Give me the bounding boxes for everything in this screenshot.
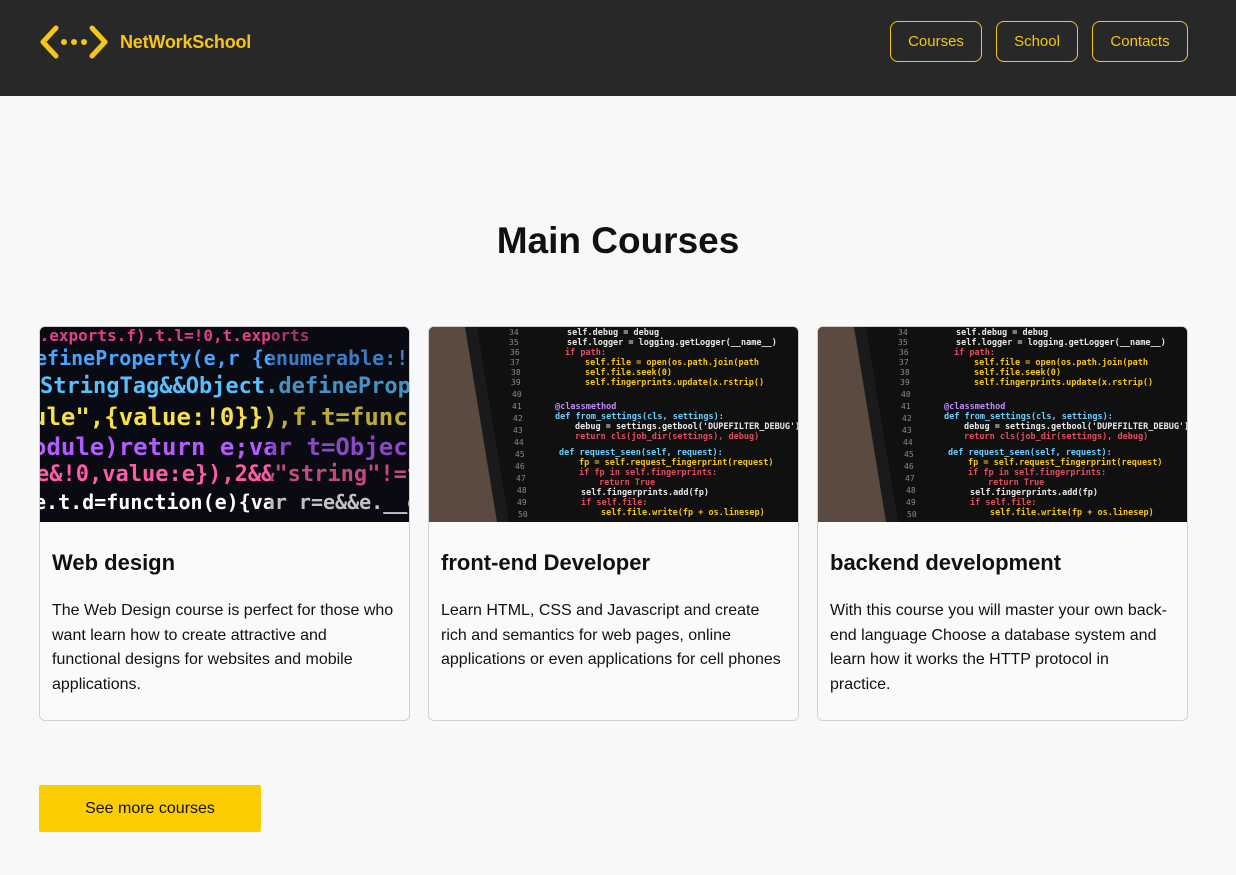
svg-text:@classmethod: @classmethod <box>944 402 1005 412</box>
svg-text:self.file.write(fp + os.linese: self.file.write(fp + os.linesep) <box>990 507 1154 518</box>
svg-text:self.debug = debug: self.debug = debug <box>567 328 659 338</box>
svg-text:return True: return True <box>599 478 655 488</box>
svg-text:47: 47 <box>905 474 915 483</box>
svg-text:self.file.seek(0): self.file.seek(0) <box>585 367 672 378</box>
svg-text:self.logger = logging.getLogge: self.logger = logging.getLogger(__name__… <box>567 337 777 348</box>
brand-logo[interactable]: NetWorkSchool <box>40 25 251 59</box>
svg-text:if fp in self.fingerprints:: if fp in self.fingerprints: <box>968 467 1106 478</box>
svg-text:50: 50 <box>907 510 917 519</box>
svg-text:50: 50 <box>518 510 528 519</box>
svg-text:49: 49 <box>906 498 916 507</box>
svg-text:self.file.write(fp + os.linese: self.file.write(fp + os.linesep) <box>601 507 765 518</box>
svg-text:43: 43 <box>902 426 912 435</box>
svg-text:if path:: if path: <box>565 347 606 358</box>
svg-text:36: 36 <box>510 348 520 357</box>
svg-text:return cls(job_dir(settings),: return cls(job_dir(settings), debug) <box>575 431 759 442</box>
svg-text:40: 40 <box>901 390 911 399</box>
svg-text:self.fingerprints.update(x.rst: self.fingerprints.update(x.rstrip() <box>974 377 1153 388</box>
svg-text:45: 45 <box>904 450 914 459</box>
svg-text:43: 43 <box>513 426 523 435</box>
svg-text:return True: return True <box>988 478 1044 488</box>
page-title: Main Courses <box>496 220 740 261</box>
svg-text:44: 44 <box>903 438 913 447</box>
svg-text:40: 40 <box>512 390 522 399</box>
course-description: The Web Design course is perfect for tho… <box>52 602 394 693</box>
svg-text:if path:: if path: <box>954 347 995 358</box>
svg-text:def request_seen(self, request: def request_seen(self, request): <box>948 448 1112 458</box>
svg-text:self.logger = logging.getLogge: self.logger = logging.getLogger(__name__… <box>956 337 1166 348</box>
svg-text:self.file.seek(0): self.file.seek(0) <box>974 367 1061 378</box>
svg-text:debug = settings.getbool('DUPE: debug = settings.getbool('DUPEFILTER_DEB… <box>964 421 1187 432</box>
svg-text:41: 41 <box>512 402 522 411</box>
nav-contacts-button[interactable]: Contacts <box>1092 21 1188 62</box>
course-image: 34 35 36 37 38 39 40 41 42 43 44 45 46 47 48 49 50 … <box>429 327 798 522</box>
nav-school-button[interactable]: School <box>996 21 1078 62</box>
svg-text:49: 49 <box>517 498 527 507</box>
svg-text:45: 45 <box>515 450 525 459</box>
svg-text:def from_settings(cls, setting: def from_settings(cls, settings): <box>555 411 724 422</box>
course-description: Learn HTML, CSS and Javascript and creat… <box>441 602 781 668</box>
svg-text:@classmethod: @classmethod <box>555 402 616 412</box>
svg-text:self.file = open(os.path.join(: self.file = open(os.path.join(path <box>974 357 1148 368</box>
svg-text:s.exports.f).t.l=!0,t.exports: s.exports.f).t.l=!0,t.exports <box>40 327 309 345</box>
svg-text:38: 38 <box>900 368 910 377</box>
main-nav: Courses School Contacts <box>890 21 1188 62</box>
nav-courses-button[interactable]: Courses <box>890 21 982 62</box>
svg-text:36: 36 <box>899 348 909 357</box>
see-more-courses-button[interactable]: See more courses <box>39 785 261 832</box>
course-card-backend[interactable]: 34 35 36 37 38 39 40 41 42 43 44 45 46 47 48 49 50 … <box>817 326 1188 721</box>
svg-text:42: 42 <box>513 414 523 423</box>
svg-text:34: 34 <box>509 328 519 337</box>
course-title: front-end Developer <box>441 550 651 575</box>
svg-text:39: 39 <box>900 378 910 387</box>
svg-text:if self.file:: if self.file: <box>970 497 1037 508</box>
brand-name: NetWorkSchool <box>120 31 252 52</box>
course-card-web-design[interactable]: s.exports.f).t.l=!0,t.exports efinePrope… <box>39 326 410 721</box>
svg-text:def request_seen(self, request: def request_seen(self, request): <box>559 448 723 458</box>
svg-text:46: 46 <box>515 462 525 471</box>
svg-text:self.debug = debug: self.debug = debug <box>956 328 1048 338</box>
svg-text:47: 47 <box>516 474 526 483</box>
svg-text:34: 34 <box>898 328 908 337</box>
svg-text:if fp in self.fingerprints:: if fp in self.fingerprints: <box>579 467 717 478</box>
code-brackets-icon <box>40 25 108 59</box>
svg-text:def from_settings(cls, setting: def from_settings(cls, settings): <box>944 411 1113 422</box>
svg-text:38: 38 <box>511 368 521 377</box>
svg-text:fp = self.request_fingerprint(: fp = self.request_fingerprint(request) <box>968 457 1162 468</box>
svg-text:41: 41 <box>901 402 911 411</box>
course-card-front-end[interactable]: 34 35 36 37 38 39 40 41 42 43 44 45 46 47 48 49 50 … <box>428 326 799 721</box>
svg-text:48: 48 <box>906 486 916 495</box>
svg-text:self.fingerprints.add(fp): self.fingerprints.add(fp) <box>970 487 1098 498</box>
svg-text:39: 39 <box>511 378 521 387</box>
course-image: s.exports.f).t.l=!0,t.exports efinePrope… <box>40 327 409 522</box>
course-image: 34 35 36 37 38 39 40 41 42 43 44 45 46 47 48 49 50 … <box>818 327 1187 522</box>
svg-text:35: 35 <box>898 338 908 347</box>
site-header: NetWorkSchool Courses School Contacts <box>0 0 1236 96</box>
svg-text:37: 37 <box>899 358 909 367</box>
svg-text:48: 48 <box>517 486 527 495</box>
course-description: With this course you will master your ow… <box>830 602 1167 693</box>
svg-text:37: 37 <box>510 358 520 367</box>
svg-text:44: 44 <box>514 438 524 447</box>
svg-text:if self.file:: if self.file: <box>581 497 648 508</box>
svg-text:return cls(job_dir(settings),: return cls(job_dir(settings), debug) <box>964 431 1148 442</box>
course-title: Web design <box>52 550 176 575</box>
svg-text:fp = self.request_fingerprint(: fp = self.request_fingerprint(request) <box>579 457 773 468</box>
svg-text:debug = settings.getbool('DUPE: debug = settings.getbool('DUPEFILTER_DEB… <box>575 421 798 432</box>
svg-text:self.file = open(os.path.join(: self.file = open(os.path.join(path <box>585 357 759 368</box>
svg-text:42: 42 <box>902 414 912 423</box>
svg-text:46: 46 <box>904 462 914 471</box>
svg-text:self.fingerprints.add(fp): self.fingerprints.add(fp) <box>581 487 709 498</box>
course-title: backend development <box>830 550 1062 575</box>
svg-text:self.fingerprints.update(x.rst: self.fingerprints.update(x.rstrip() <box>585 377 764 388</box>
svg-text:35: 35 <box>509 338 519 347</box>
